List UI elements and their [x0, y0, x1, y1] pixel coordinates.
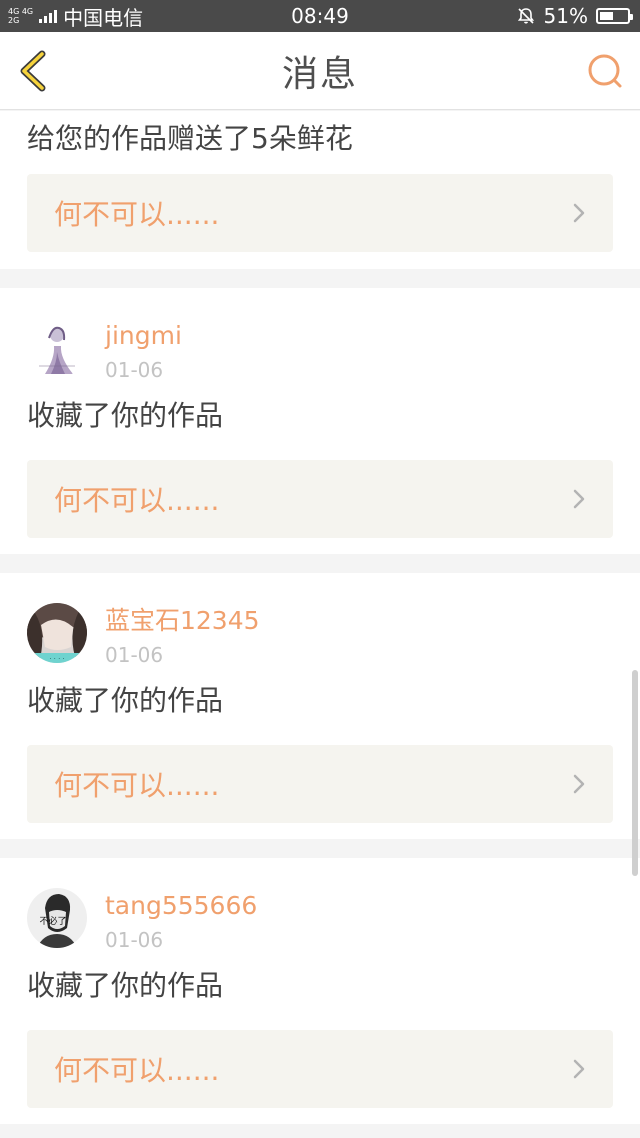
- avatar-image: 不必了: [27, 888, 87, 948]
- message-feed: 给您的作品赠送了5朵鲜花 何不可以...... jingmi 01-06 收藏了…: [0, 111, 640, 1138]
- work-link[interactable]: 何不可以......: [27, 1030, 613, 1108]
- chevron-right-icon: [573, 489, 585, 509]
- network-type: 4G 4G 2G: [8, 7, 33, 25]
- network-type-bottom: 2G: [8, 16, 20, 25]
- username[interactable]: 蓝宝石12345: [105, 605, 260, 637]
- message-date: 01-06: [105, 928, 164, 952]
- work-link[interactable]: 何不可以......: [27, 460, 613, 538]
- avatar[interactable]: · · · ·: [27, 603, 87, 663]
- page-title: 消息: [281, 53, 358, 95]
- message-card: 不必了 tang555666 01-06 收藏了你的作品 何不可以......: [0, 858, 640, 1124]
- username[interactable]: jingmi: [105, 320, 182, 352]
- avatar-image: · · · ·: [27, 603, 87, 663]
- status-right: 51%: [516, 4, 633, 28]
- work-title: 何不可以......: [54, 769, 220, 802]
- avatar[interactable]: [27, 318, 87, 378]
- avatar-badge-text: 不必了: [39, 915, 66, 927]
- scrollbar[interactable]: [632, 670, 638, 876]
- user-row: · · · · 蓝宝石12345 01-06: [27, 573, 613, 669]
- message-action: 收藏了你的作品: [27, 399, 224, 432]
- carrier-name: 中国电信: [63, 5, 144, 30]
- work-title: 何不可以......: [54, 1054, 220, 1087]
- chevron-left-icon: [20, 50, 46, 92]
- message-action: 收藏了你的作品: [27, 684, 224, 717]
- user-row: jingmi 01-06: [27, 288, 613, 384]
- message-date: 01-06: [105, 643, 164, 667]
- message-action: 收藏了你的作品: [27, 969, 224, 1002]
- avatar[interactable]: 不必了: [27, 888, 87, 948]
- chevron-right-icon: [573, 1059, 585, 1079]
- work-link[interactable]: 何不可以......: [27, 745, 613, 823]
- mute-bell-icon: [517, 8, 534, 24]
- chevron-right-icon: [573, 203, 585, 223]
- battery-level: [600, 12, 613, 20]
- signal-strength-icon: [39, 9, 58, 23]
- user-row: 不必了 tang555666 01-06: [27, 858, 613, 954]
- username[interactable]: tang555666: [105, 890, 257, 922]
- search-button[interactable]: [582, 48, 628, 94]
- avatar-image: [27, 318, 87, 378]
- back-button[interactable]: [12, 48, 58, 94]
- message-date: 01-06: [105, 358, 164, 382]
- status-left: 4G 4G 2G 中国电信: [8, 2, 143, 31]
- message-card: 给您的作品赠送了5朵鲜花 何不可以......: [0, 111, 640, 269]
- status-bar: 4G 4G 2G 中国电信 08:49 51%: [0, 0, 640, 32]
- chevron-right-icon: [573, 774, 585, 794]
- message-card: · · · · 蓝宝石12345 01-06 收藏了你的作品 何不可以.....…: [0, 573, 640, 839]
- top-nav-bar: 消息: [0, 32, 640, 110]
- work-link[interactable]: 何不可以......: [27, 174, 613, 252]
- message-card: jingmi 01-06 收藏了你的作品 何不可以......: [0, 288, 640, 554]
- svg-text:· · · ·: · · · ·: [49, 655, 65, 663]
- battery-percent: 51%: [543, 4, 588, 28]
- status-time: 08:49: [291, 4, 349, 28]
- search-icon: [588, 54, 622, 88]
- message-action: 给您的作品赠送了5朵鲜花: [27, 122, 353, 155]
- work-title: 何不可以......: [54, 198, 220, 231]
- battery-icon: [596, 8, 633, 24]
- network-type-top: 4G 4G: [8, 7, 34, 16]
- work-title: 何不可以......: [54, 484, 220, 517]
